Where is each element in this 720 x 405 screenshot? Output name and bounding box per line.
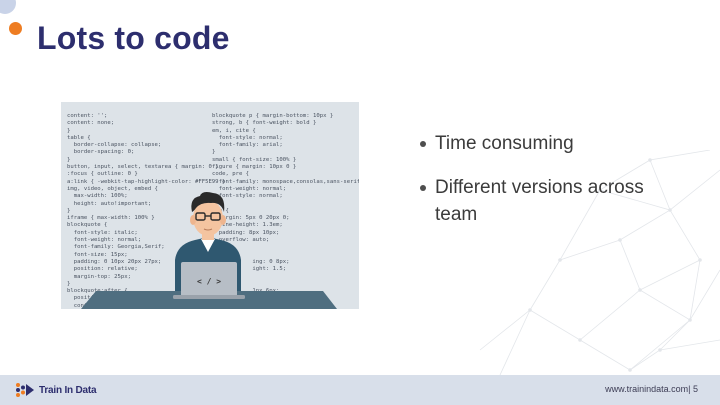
logo-text: Train In Data [39, 384, 97, 396]
footer-url-page-number: www.trainindata.com| 5 [605, 384, 698, 394]
bullet-item: Different versions across team [420, 174, 690, 228]
footer-bar: Train In Data www.trainindata.com| 5 [0, 375, 720, 405]
bullet-dot-icon [420, 141, 426, 147]
laptop-code-glyph: < / > [197, 277, 221, 286]
decorative-dot-blue [0, 0, 16, 14]
bullet-dot-icon [420, 185, 426, 191]
train-in-data-logo-icon [16, 383, 34, 397]
bullet-item: Time consuming [420, 130, 690, 157]
decorative-dot-orange [9, 22, 22, 35]
bullet-list: Time consuming Different versions across… [420, 130, 690, 228]
developer-illustration: content: ''; content: none; } table { bo… [61, 102, 359, 309]
bullet-text: Time consuming [435, 133, 574, 154]
bullet-text: Different versions across team [435, 177, 644, 225]
slide-title: Lots to code [37, 20, 230, 56]
company-logo: Train In Data [14, 380, 97, 400]
